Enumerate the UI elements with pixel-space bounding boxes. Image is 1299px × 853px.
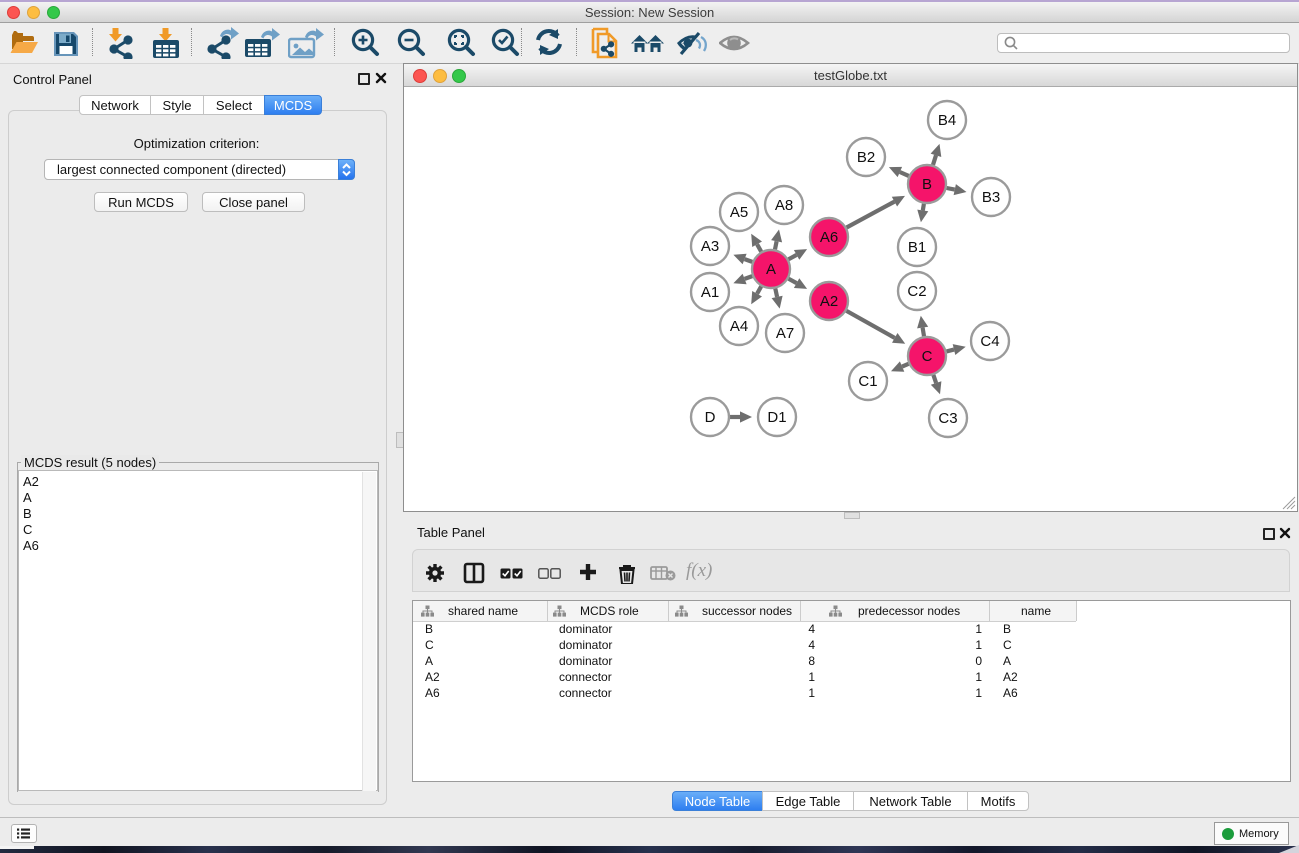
- svg-text:B3: B3: [982, 189, 1000, 206]
- svg-text:A: A: [766, 261, 776, 278]
- svg-text:C3: C3: [938, 410, 957, 427]
- svg-text:A4: A4: [730, 318, 748, 335]
- svg-text:A6: A6: [820, 229, 838, 246]
- svg-text:A7: A7: [776, 325, 794, 342]
- svg-text:C: C: [922, 348, 933, 365]
- svg-text:C2: C2: [907, 283, 926, 300]
- svg-text:B1: B1: [908, 239, 926, 256]
- svg-text:A3: A3: [701, 238, 719, 255]
- svg-text:A8: A8: [775, 197, 793, 214]
- svg-text:D: D: [705, 409, 716, 426]
- svg-text:B2: B2: [857, 149, 875, 166]
- svg-text:A1: A1: [701, 284, 719, 301]
- svg-text:B4: B4: [938, 112, 956, 129]
- svg-text:D1: D1: [767, 409, 786, 426]
- svg-text:A5: A5: [730, 204, 748, 221]
- svg-text:B: B: [922, 176, 932, 193]
- svg-text:C1: C1: [858, 373, 877, 390]
- svg-text:C4: C4: [980, 333, 999, 350]
- svg-text:A2: A2: [820, 293, 838, 310]
